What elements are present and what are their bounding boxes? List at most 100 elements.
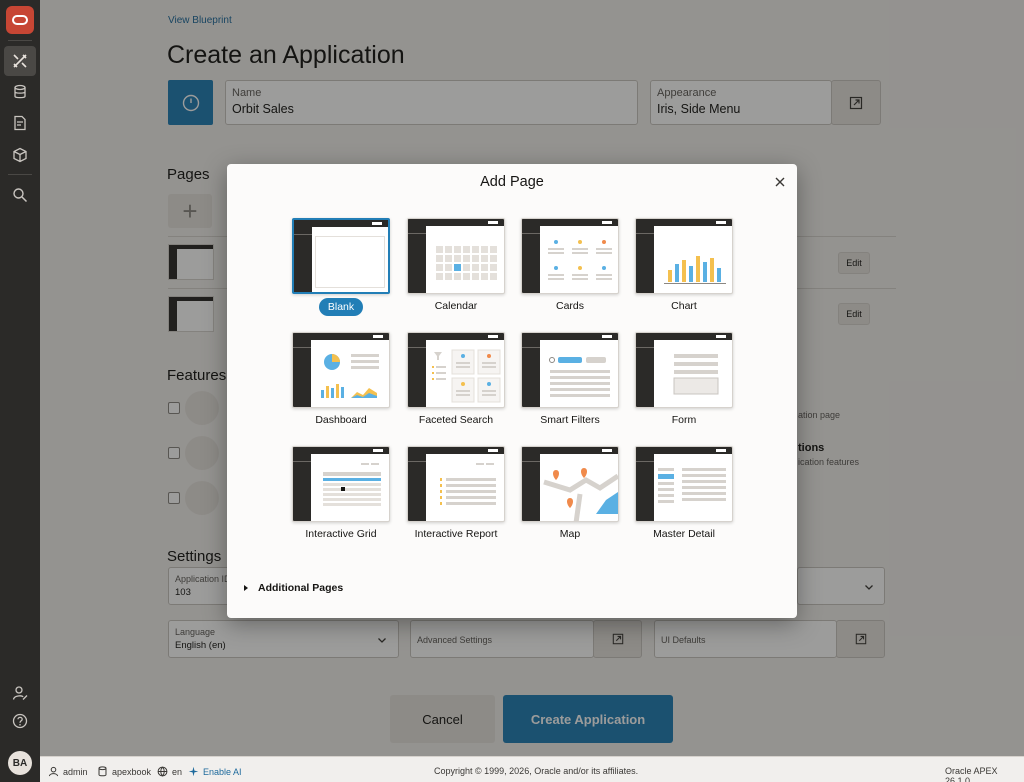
faceted-search-mini — [432, 349, 501, 403]
chart-thumbnail — [635, 218, 733, 294]
cards-thumbnail — [521, 218, 619, 294]
chart-bar — [703, 262, 707, 282]
card-dot — [578, 240, 582, 244]
interactive-grid-thumbnail — [292, 446, 390, 522]
tile-label: Blank — [319, 298, 363, 316]
footer-workspace[interactable]: apexbook — [97, 766, 151, 777]
calendar-cell — [445, 264, 452, 271]
map-thumbnail — [521, 446, 619, 522]
tile-label: Interactive Grid — [305, 528, 377, 540]
calendar-cell — [490, 273, 497, 280]
user-settings-icon[interactable] — [8, 681, 32, 705]
footer-language[interactable]: en — [157, 766, 182, 777]
calendar-cell — [436, 255, 443, 262]
tile-interactive-grid[interactable]: Interactive Grid — [292, 446, 406, 550]
user-icon — [48, 766, 59, 777]
enable-ai-link[interactable]: Enable AI — [188, 766, 242, 777]
left-rail: BA — [0, 0, 40, 782]
smart-filters-mini — [549, 357, 610, 397]
card-dot — [554, 266, 558, 270]
tile-smart-filters[interactable]: Smart Filters — [521, 332, 635, 436]
tile-label: Faceted Search — [418, 414, 494, 426]
dashboard-thumbnail — [292, 332, 390, 408]
tile-label: Cards — [555, 300, 584, 312]
calendar-cell — [445, 246, 452, 253]
tile-map[interactable]: Map — [521, 446, 635, 550]
dialog-title: Add Page — [480, 174, 544, 190]
close-button[interactable] — [771, 173, 789, 191]
faceted-search-thumbnail — [407, 332, 505, 408]
rail-divider — [8, 174, 32, 175]
tile-dashboard[interactable]: Dashboard — [292, 332, 406, 436]
close-icon — [775, 177, 785, 187]
tile-calendar[interactable]: Calendar — [407, 218, 521, 322]
caret-right-icon — [244, 585, 248, 591]
calendar-cell — [472, 264, 479, 271]
calendar-cell — [490, 264, 497, 271]
calendar-cell — [472, 255, 479, 262]
gallery-icon[interactable] — [8, 143, 32, 167]
app-builder-icon[interactable] — [4, 46, 36, 76]
calendar-cell — [481, 255, 488, 262]
help-icon[interactable] — [8, 709, 32, 733]
tile-interactive-report[interactable]: Interactive Report — [407, 446, 521, 550]
card-line — [596, 278, 612, 280]
interactive-report-mini — [440, 463, 496, 505]
tile-label: Form — [671, 414, 697, 426]
card-line — [572, 278, 588, 280]
tile-label: Calendar — [434, 300, 478, 312]
calendar-cell — [436, 246, 443, 253]
calendar-cell — [481, 264, 488, 271]
rail-divider — [8, 40, 32, 41]
footer-user[interactable]: admin — [48, 766, 88, 777]
card-dot — [554, 240, 558, 244]
tile-form[interactable]: Form — [635, 332, 749, 436]
calendar-cell — [436, 264, 443, 271]
additional-pages-toggle[interactable]: Additional Pages — [242, 582, 343, 594]
tile-label: Master Detail — [653, 528, 715, 540]
chart-bar — [696, 256, 700, 282]
calendar-cell — [463, 255, 470, 262]
calendar-cell — [436, 273, 443, 280]
footer-bar: admin apexbook en Enable AI Copyright © … — [40, 756, 1024, 782]
chart-axis — [664, 283, 726, 284]
tile-label: Chart — [671, 300, 697, 312]
avatar[interactable]: BA — [8, 751, 32, 775]
calendar-cell — [454, 246, 461, 253]
chart-bar — [682, 260, 686, 282]
card-line — [572, 252, 588, 254]
calendar-cell — [454, 273, 461, 280]
calendar-cell — [454, 255, 461, 262]
tile-faceted-search[interactable]: Faceted Search — [407, 332, 521, 436]
version-text: Oracle APEX 26.1.0 — [945, 766, 998, 782]
card-line — [572, 248, 588, 250]
calendar-cell — [490, 255, 497, 262]
form-mini — [673, 354, 719, 395]
tile-master-detail[interactable]: Master Detail — [635, 446, 749, 550]
card-line — [548, 252, 564, 254]
tile-cards[interactable]: Cards — [521, 218, 635, 322]
calendar-cell — [472, 246, 479, 253]
card-dot — [578, 266, 582, 270]
tile-blank[interactable]: Blank — [292, 218, 406, 322]
team-development-icon[interactable] — [8, 111, 32, 135]
calendar-cell — [445, 273, 452, 280]
chart-bar — [689, 266, 693, 282]
map-mini — [543, 468, 618, 521]
calendar-thumbnail — [407, 218, 505, 294]
calendar-cell — [481, 246, 488, 253]
add-page-dialog: Add Page Blank Calendar Cards Chart Dash… — [227, 164, 797, 618]
sql-workshop-icon[interactable] — [8, 80, 32, 104]
tile-label: Smart Filters — [540, 414, 600, 426]
interactive-report-thumbnail — [407, 446, 505, 522]
copyright-text: Copyright © 1999, 2026, Oracle and/or it… — [434, 766, 639, 776]
form-thumbnail — [635, 332, 733, 408]
blank-page-thumbnail — [292, 218, 390, 294]
card-line — [596, 274, 612, 276]
oracle-logo[interactable] — [6, 6, 34, 34]
card-dot — [602, 240, 606, 244]
card-line — [596, 252, 612, 254]
tile-chart[interactable]: Chart — [635, 218, 749, 322]
search-icon[interactable] — [8, 183, 32, 207]
calendar-cell — [463, 273, 470, 280]
